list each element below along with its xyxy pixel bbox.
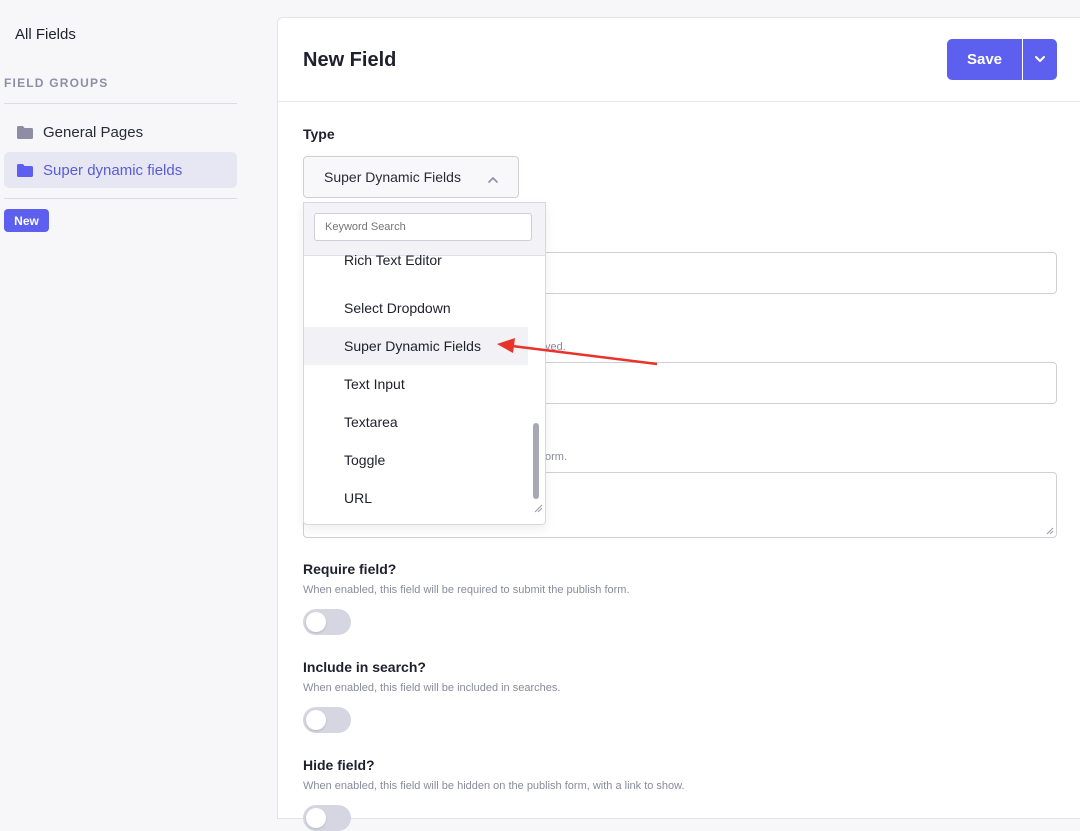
chevron-up-icon bbox=[488, 170, 498, 186]
folder-icon bbox=[17, 125, 33, 139]
dropdown-list: Rich Text Editor Select Dropdown Super D… bbox=[304, 255, 528, 523]
sidebar-divider bbox=[4, 103, 237, 104]
dropdown-scrollbar[interactable] bbox=[531, 255, 541, 523]
type-select-value: Super Dynamic Fields bbox=[324, 169, 461, 185]
sidebar-item-label: Super dynamic fields bbox=[43, 161, 183, 179]
hide-field-label: Hide field? bbox=[303, 757, 375, 773]
dropdown-search-area bbox=[304, 203, 545, 256]
include-in-search-label: Include in search? bbox=[303, 659, 426, 675]
chevron-down-icon bbox=[1035, 56, 1045, 62]
all-fields-link[interactable]: All Fields bbox=[15, 26, 76, 43]
dropdown-item-url[interactable]: URL bbox=[304, 479, 528, 517]
dropdown-item-textarea[interactable]: Textarea bbox=[304, 403, 528, 441]
dropdown-item-select-dropdown[interactable]: Select Dropdown bbox=[304, 289, 528, 327]
require-field-help: When enabled, this field will be require… bbox=[303, 584, 630, 596]
field-help-text: orm. bbox=[545, 451, 567, 463]
dropdown-item-super-dynamic-fields[interactable]: Super Dynamic Fields bbox=[304, 327, 528, 365]
require-field-toggle[interactable] bbox=[303, 609, 351, 635]
keyword-search-input[interactable] bbox=[314, 213, 532, 241]
type-label: Type bbox=[303, 126, 335, 142]
dropdown-item-text-input[interactable]: Text Input bbox=[304, 365, 528, 403]
dropdown-item-label: Textarea bbox=[344, 414, 398, 430]
dropdown-scrollbar-thumb[interactable] bbox=[533, 423, 539, 499]
include-in-search-toggle[interactable] bbox=[303, 707, 351, 733]
toggle-knob bbox=[306, 808, 326, 828]
toggle-knob bbox=[306, 710, 326, 730]
dropdown-item-label: Select Dropdown bbox=[344, 300, 451, 316]
sidebar-item-general-pages[interactable]: General Pages bbox=[4, 114, 237, 150]
sidebar-divider bbox=[4, 198, 237, 199]
dropdown-item-label: Rich Text Editor bbox=[344, 255, 442, 268]
dropdown-item-label: Toggle bbox=[344, 452, 386, 468]
hide-field-toggle[interactable] bbox=[303, 805, 351, 831]
field-help-text: ved. bbox=[545, 341, 566, 353]
require-field-label: Require field? bbox=[303, 561, 397, 577]
save-button[interactable]: Save bbox=[947, 39, 1022, 80]
folder-icon bbox=[17, 163, 33, 177]
new-group-button[interactable]: New bbox=[4, 209, 49, 232]
save-options-button[interactable] bbox=[1023, 39, 1057, 80]
sidebar-item-label: General Pages bbox=[43, 123, 144, 141]
page-title: New Field bbox=[303, 49, 397, 71]
dropdown-item-label: Text Input bbox=[344, 376, 405, 392]
sidebar-item-super-dynamic-fields[interactable]: Super dynamic fields bbox=[4, 152, 237, 188]
type-select[interactable]: Super Dynamic Fields bbox=[303, 156, 519, 198]
dropdown-item-rich-text-editor[interactable]: Rich Text Editor bbox=[304, 255, 528, 279]
resize-handle-icon bbox=[1046, 527, 1054, 535]
type-dropdown-menu: Rich Text Editor Select Dropdown Super D… bbox=[303, 202, 546, 525]
panel-header: New Field Save bbox=[278, 18, 1080, 102]
toggle-knob bbox=[306, 612, 326, 632]
dropdown-item-label: Super Dynamic Fields bbox=[344, 338, 481, 354]
include-in-search-help: When enabled, this field will be include… bbox=[303, 682, 561, 694]
dropdown-item-toggle[interactable]: Toggle bbox=[304, 441, 528, 479]
dropdown-item-label: URL bbox=[344, 490, 373, 506]
sidebar: All Fields FIELD GROUPS General Pages Su… bbox=[0, 0, 277, 810]
hide-field-help: When enabled, this field will be hidden … bbox=[303, 780, 685, 792]
field-groups-heading: FIELD GROUPS bbox=[4, 76, 109, 90]
resize-handle-icon bbox=[534, 504, 543, 513]
